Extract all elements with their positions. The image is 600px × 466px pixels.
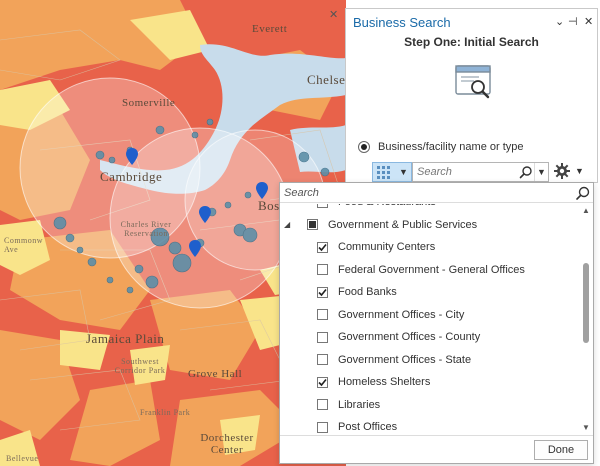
- unchecked-checkbox[interactable]: [317, 354, 328, 365]
- chevron-down-icon: ▼: [399, 167, 408, 177]
- business-search-input[interactable]: Search ▼: [412, 162, 549, 182]
- panel-title: Business Search: [353, 15, 451, 30]
- category-row[interactable]: Government Offices - City: [317, 305, 464, 325]
- category-label: Community Centers: [338, 241, 436, 253]
- unchecked-checkbox[interactable]: [317, 421, 328, 433]
- category-label: Libraries: [338, 398, 381, 411]
- map-label-chelsea: Chelse: [307, 72, 346, 87]
- gear-icon[interactable]: [553, 162, 571, 180]
- check-icon: [318, 243, 327, 251]
- category-label: Food Banks: [338, 286, 397, 298]
- pin-icon[interactable]: ⊣: [568, 15, 578, 28]
- map-label-franklin-park: Franklin Park: [140, 408, 191, 417]
- category-row[interactable]: Homeless Shelters: [317, 372, 430, 392]
- name-or-type-radio[interactable]: [358, 141, 370, 153]
- search-window-icon: [455, 65, 491, 99]
- expand-triangle-icon[interactable]: ◢: [284, 220, 298, 229]
- scroll-thumb[interactable]: [583, 263, 589, 343]
- map-label-grove-hall: Grove Hall: [188, 368, 243, 380]
- category-row[interactable]: Federal Government - General Offices: [317, 260, 525, 280]
- category-row[interactable]: Government Offices - County: [317, 327, 480, 347]
- partial-checkbox[interactable]: [307, 219, 318, 230]
- unchecked-checkbox[interactable]: [317, 204, 328, 208]
- unchecked-checkbox[interactable]: [317, 264, 328, 275]
- map-label-southwest-corridor: Southwest Corridor Park: [114, 357, 166, 375]
- category-label: Federal Government - General Offices: [338, 263, 525, 276]
- category-row[interactable]: Food & Restaurants: [317, 204, 436, 212]
- search-chevron-down-icon[interactable]: ▼: [534, 163, 548, 181]
- unchecked-checkbox[interactable]: [317, 309, 328, 320]
- category-label: Homeless Shelters: [338, 376, 431, 388]
- category-row[interactable]: ◢ Government & Public Services: [284, 215, 477, 235]
- search-placeholder: Search: [417, 166, 452, 178]
- name-or-type-label: Business/facility name or type: [378, 141, 524, 153]
- category-label: Post Offices: [338, 421, 398, 433]
- step-title: Step One: Initial Search: [404, 35, 539, 49]
- close-icon[interactable]: ✕: [584, 15, 593, 28]
- map-label-cambridge: Cambridge: [100, 169, 163, 184]
- category-label: Government Offices - State: [338, 353, 472, 366]
- map-close-icon[interactable]: ✕: [329, 8, 338, 21]
- unchecked-checkbox[interactable]: [317, 331, 328, 343]
- check-icon: [318, 288, 327, 296]
- category-list: Food & Restaurants ◢ Government & Public S…: [280, 204, 580, 436]
- category-row[interactable]: Community Centers: [317, 237, 435, 257]
- scroll-down-icon[interactable]: ▼: [582, 423, 590, 432]
- category-grid-icon: [377, 165, 395, 179]
- category-row[interactable]: Government Offices - State: [317, 350, 471, 370]
- settings-chevron-down-icon[interactable]: ▼: [575, 166, 584, 176]
- search-icon[interactable]: [518, 165, 534, 179]
- panel-menu-chevron-icon[interactable]: ⌄: [555, 15, 564, 28]
- category-label: Government Offices - County: [338, 331, 481, 343]
- checked-checkbox[interactable]: [317, 286, 328, 298]
- business-type-picker-button[interactable]: ▼: [372, 162, 412, 182]
- map-label-charles-river: Charles River Reservation: [120, 220, 172, 238]
- category-label: Government Offices - City: [338, 308, 465, 321]
- done-button[interactable]: Done: [534, 440, 588, 460]
- unchecked-checkbox[interactable]: [317, 399, 328, 410]
- map-label-bellevue: Bellevue: [6, 454, 39, 463]
- category-row[interactable]: Libraries: [317, 395, 380, 415]
- map-label-dorchester-center: Dorchester Center: [200, 432, 254, 456]
- category-row[interactable]: Post Offices: [317, 417, 397, 436]
- scroll-up-icon[interactable]: ▲: [582, 206, 590, 215]
- category-label: Food & Restaurants: [338, 204, 436, 208]
- business-type-dropdown: Search Food & Restaurants ◢ Government & P…: [279, 182, 594, 464]
- dropdown-footer: Done: [280, 435, 593, 463]
- checked-checkbox[interactable]: [317, 376, 328, 388]
- map-label-commonwealth: Commonw Ave: [4, 236, 44, 254]
- map-label-everett: Everett: [252, 23, 288, 35]
- map-label-somerville: Somerville: [122, 97, 176, 109]
- category-row[interactable]: Food Banks: [317, 282, 397, 302]
- business-search-panel: Business Search ⌄ ⊣ ✕ Step One: Initial …: [345, 8, 598, 183]
- category-search-input[interactable]: Search: [280, 183, 593, 203]
- checked-checkbox[interactable]: [317, 241, 328, 253]
- check-icon: [318, 378, 327, 386]
- name-or-type-option[interactable]: Business/facility name or type: [358, 141, 524, 153]
- map-label-jamaica-plain: Jamaica Plain: [86, 331, 165, 346]
- category-search-placeholder: Search: [284, 186, 319, 199]
- search-icon[interactable]: [573, 185, 593, 201]
- category-label: Government & Public Services: [328, 218, 478, 231]
